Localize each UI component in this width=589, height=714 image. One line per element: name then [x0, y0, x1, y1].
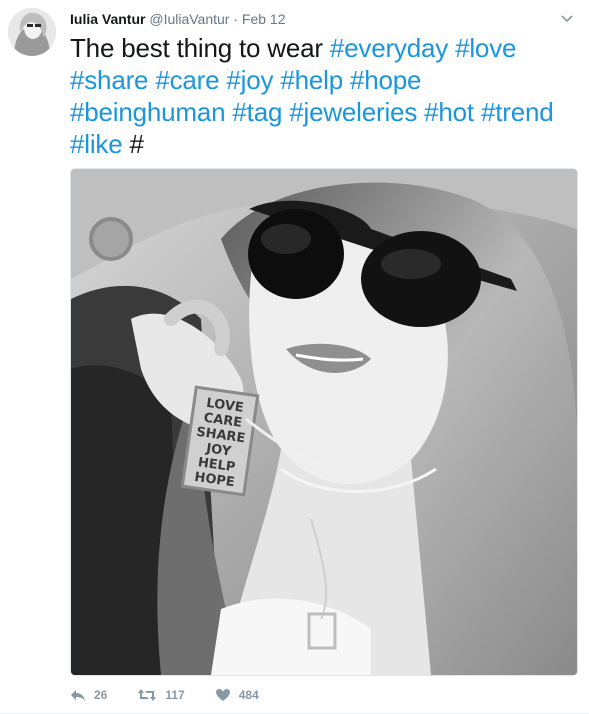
tweet-card[interactable]: Iulia Vantur @IuliaVantur · Feb 12 The b…: [0, 0, 589, 714]
reply-button[interactable]: 26: [70, 688, 107, 702]
hashtag-link[interactable]: #like: [70, 129, 123, 159]
retweet-button[interactable]: 117: [137, 688, 185, 702]
tweet-text: The best thing to wear #everyday #love #…: [70, 32, 570, 160]
hashtag-link[interactable]: #jeweleries: [289, 97, 417, 127]
selfie-photo: LOVE CARE SHARE JOY HELP HOPE: [71, 169, 577, 675]
hashtag-symbol[interactable]: #: [130, 129, 144, 159]
reply-count: 26: [94, 688, 108, 702]
hashtag-link[interactable]: #beinghuman: [70, 97, 226, 127]
hashtag-link[interactable]: #hot: [424, 97, 474, 127]
hashtag-link[interactable]: #joy: [226, 65, 273, 95]
hashtag-link[interactable]: #love: [455, 33, 516, 63]
header-separator: ·: [233, 11, 239, 27]
tweet-date[interactable]: Feb 12: [242, 11, 286, 27]
author-handle[interactable]: @IuliaVantur: [149, 11, 229, 27]
retweet-icon: [138, 689, 157, 701]
tweet-text-plain: The best thing to wear: [70, 33, 330, 63]
hashtag-link[interactable]: #everyday: [330, 33, 448, 63]
hashtag-link[interactable]: #help: [280, 65, 343, 95]
like-button[interactable]: 484: [215, 688, 259, 702]
chevron-down-icon[interactable]: [559, 10, 575, 26]
hashtag-link[interactable]: #tag: [232, 97, 282, 127]
tweet-actions: 26 117 484: [70, 684, 289, 706]
avatar[interactable]: [8, 8, 56, 56]
reply-icon: [71, 690, 85, 701]
heart-icon: [215, 689, 230, 701]
retweet-count: 117: [165, 688, 185, 702]
tweet-photo[interactable]: LOVE CARE SHARE JOY HELP HOPE: [70, 168, 578, 676]
like-count: 484: [238, 688, 259, 702]
tweet-header: Iulia Vantur @IuliaVantur · Feb 12: [70, 10, 559, 28]
hashtag-link[interactable]: #hope: [350, 65, 422, 95]
hashtag-link[interactable]: #care: [155, 65, 219, 95]
author-name[interactable]: Iulia Vantur: [70, 11, 145, 27]
hashtag-link[interactable]: #trend: [481, 97, 554, 127]
hashtag-link[interactable]: #share: [70, 65, 149, 95]
